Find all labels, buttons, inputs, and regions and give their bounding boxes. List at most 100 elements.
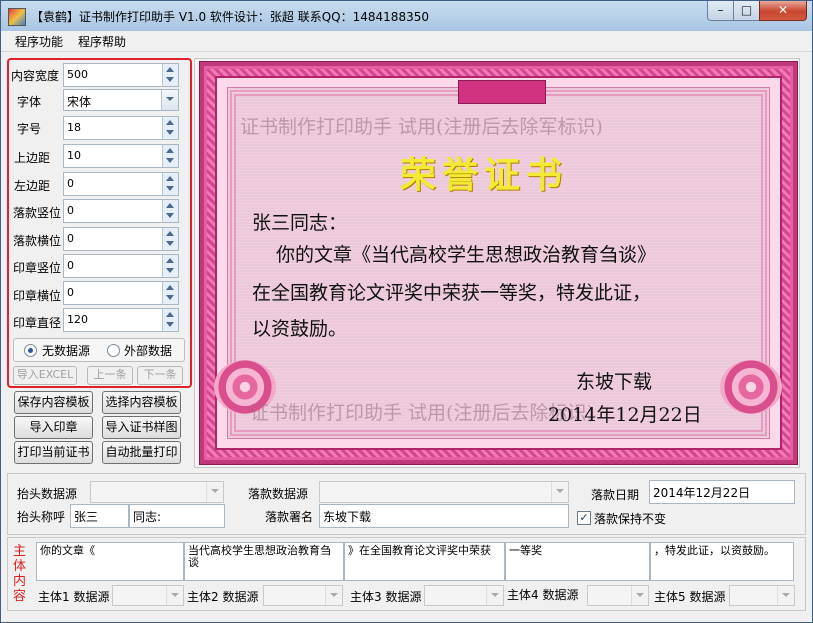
body-source-1-label: 主体1 数据源 bbox=[38, 590, 110, 604]
left-margin-label: 左边距 bbox=[14, 179, 51, 193]
sign-hpos-value: 0 bbox=[67, 232, 74, 245]
sign-name-field[interactable]: 东坡下载 bbox=[319, 504, 569, 528]
certificate-heading: 荣誉证书 bbox=[400, 154, 569, 196]
body-content-label: 主体内容 bbox=[13, 544, 27, 604]
font-size-value: 18 bbox=[67, 121, 81, 134]
sign-date-field[interactable]: 2014年12月22日 bbox=[649, 480, 795, 504]
sign-vpos-label: 落款竖位 bbox=[13, 206, 62, 220]
body-source-3-select[interactable] bbox=[424, 585, 504, 606]
seal-diameter-stepper[interactable]: 120 bbox=[63, 308, 179, 332]
seal-vpos-label: 印章竖位 bbox=[13, 261, 62, 275]
seal-hpos-stepper[interactable]: 0 bbox=[63, 281, 179, 305]
next-record-button[interactable]: 下一条 bbox=[137, 366, 183, 385]
print-current-button[interactable]: 打印当前证书 bbox=[14, 441, 93, 464]
seal-diameter-label: 印章直径 bbox=[13, 316, 62, 330]
body-part-2[interactable]: 当代高校学生思想政治教育刍谈 bbox=[184, 542, 344, 581]
body-source-2-select[interactable] bbox=[263, 585, 343, 606]
seal-vpos-value: 0 bbox=[67, 259, 74, 272]
radio-no-source-label[interactable]: 无数据源 bbox=[42, 342, 90, 359]
certificate-line-2: 在全国教育论文评奖中荣获一等奖，特发此证， bbox=[252, 282, 652, 304]
batch-print-button[interactable]: 自动批量打印 bbox=[102, 441, 181, 464]
head-name-field[interactable]: 张三 bbox=[70, 504, 129, 528]
radio-no-source[interactable] bbox=[24, 344, 37, 357]
body-part-5[interactable]: ，特发此证，以资鼓励。 bbox=[650, 542, 794, 581]
trial-watermark-top: 证书制作打印助手 试用(注册后去除军标识) bbox=[240, 116, 603, 138]
rose-ornament-icon bbox=[720, 360, 782, 414]
body-source-1-select[interactable] bbox=[112, 585, 184, 606]
spin-buttons[interactable] bbox=[162, 200, 178, 222]
certificate-line-3: 以资鼓励。 bbox=[252, 318, 348, 340]
chevron-down-icon[interactable] bbox=[777, 586, 794, 605]
maximize-button[interactable]: □ bbox=[733, 1, 760, 21]
spin-buttons[interactable] bbox=[162, 145, 178, 167]
body-source-4-select[interactable] bbox=[587, 585, 649, 606]
sign-hpos-stepper[interactable]: 0 bbox=[63, 227, 179, 251]
choose-template-button[interactable]: 选择内容模板 bbox=[102, 391, 181, 414]
data-source-radio-group: 无数据源 外部数据 bbox=[13, 338, 185, 362]
spin-buttons[interactable] bbox=[162, 117, 178, 139]
spin-buttons[interactable] bbox=[162, 255, 178, 277]
seal-hpos-value: 0 bbox=[67, 286, 74, 299]
spin-buttons[interactable] bbox=[162, 64, 178, 86]
body-source-5-label: 主体5 数据源 bbox=[654, 590, 726, 604]
keep-sign-label[interactable]: 落款保持不变 bbox=[594, 510, 666, 527]
body-part-4[interactable]: 一等奖 bbox=[505, 542, 650, 581]
body-source-5-select[interactable] bbox=[729, 585, 795, 606]
chevron-down-icon[interactable] bbox=[166, 586, 183, 605]
sign-date-label: 落款日期 bbox=[591, 488, 640, 502]
left-margin-value: 0 bbox=[67, 177, 74, 190]
cert-top-ornament bbox=[458, 80, 546, 104]
sign-vpos-stepper[interactable]: 0 bbox=[63, 199, 179, 223]
menu-program-help[interactable]: 程序帮助 bbox=[78, 33, 126, 50]
import-excel-button[interactable]: 导入EXCEL bbox=[13, 366, 77, 385]
keep-sign-checkbox[interactable]: ✓ bbox=[577, 511, 591, 525]
trial-watermark-bottom: 证书制作打印助手 试用(注册后去除标识) bbox=[250, 402, 594, 424]
chevron-down-icon[interactable] bbox=[486, 586, 503, 605]
window-title: 【袁鹤】证书制作打印助手 V1.0 软件设计：张超 联系QQ：148418835… bbox=[31, 10, 429, 24]
font-value: 宋体 bbox=[67, 95, 92, 109]
chevron-down-icon[interactable] bbox=[325, 586, 342, 605]
app-icon bbox=[8, 8, 26, 26]
head-source-label: 抬头数据源 bbox=[17, 487, 78, 501]
font-label: 字体 bbox=[17, 95, 42, 109]
import-sample-button[interactable]: 导入证书样图 bbox=[102, 416, 181, 439]
prev-record-button[interactable]: 上一条 bbox=[87, 366, 133, 385]
chevron-down-icon[interactable] bbox=[206, 482, 223, 502]
sign-hpos-label: 落款横位 bbox=[13, 234, 62, 248]
spin-buttons[interactable] bbox=[162, 228, 178, 250]
head-name-label: 抬头称呼 bbox=[17, 510, 66, 524]
close-button[interactable]: ✕ bbox=[759, 1, 807, 21]
font-size-stepper[interactable]: 18 bbox=[63, 116, 179, 140]
certificate-date: 2014年12月22日 bbox=[548, 404, 702, 426]
radio-external-data[interactable] bbox=[107, 344, 120, 357]
chevron-down-icon[interactable] bbox=[551, 482, 568, 502]
body-part-3[interactable]: 》在全国教育论文评奖中荣获 bbox=[344, 542, 505, 581]
certificate-line-1: 你的文章《当代高校学生思想政治教育刍谈》 bbox=[276, 244, 657, 266]
content-width-stepper[interactable]: 500 bbox=[63, 63, 179, 87]
spin-buttons[interactable] bbox=[162, 282, 178, 304]
body-part-1[interactable]: 你的文章《 bbox=[36, 542, 184, 581]
menu-program-functions[interactable]: 程序功能 bbox=[15, 33, 63, 50]
import-seal-button[interactable]: 导入印章 bbox=[14, 416, 93, 439]
menu-bar: 程序功能 程序帮助 bbox=[1, 31, 812, 52]
spin-buttons[interactable] bbox=[162, 309, 178, 331]
top-margin-stepper[interactable]: 10 bbox=[63, 144, 179, 168]
sign-source-select[interactable] bbox=[319, 481, 569, 503]
left-margin-stepper[interactable]: 0 bbox=[63, 172, 179, 196]
content-width-value: 500 bbox=[67, 68, 88, 81]
main-window: 【袁鹤】证书制作打印助手 V1.0 软件设计：张超 联系QQ：148418835… bbox=[0, 0, 813, 623]
spin-buttons[interactable] bbox=[162, 173, 178, 195]
head-suffix-field[interactable]: 同志: bbox=[129, 504, 225, 528]
head-source-select[interactable] bbox=[90, 481, 224, 503]
seal-diameter-value: 120 bbox=[67, 313, 88, 326]
save-template-button[interactable]: 保存内容模板 bbox=[14, 391, 93, 414]
sign-vpos-value: 0 bbox=[67, 204, 74, 217]
body-source-4-label: 主体4 数据源 bbox=[507, 588, 579, 602]
radio-external-data-label[interactable]: 外部数据 bbox=[124, 342, 172, 359]
seal-vpos-stepper[interactable]: 0 bbox=[63, 254, 179, 278]
minimize-button[interactable]: – bbox=[707, 1, 734, 21]
head-suffix-value: 同志: bbox=[133, 510, 162, 524]
chevron-down-icon[interactable] bbox=[631, 586, 648, 605]
chevron-down-icon[interactable] bbox=[161, 90, 178, 110]
font-select[interactable]: 宋体 bbox=[63, 89, 179, 111]
